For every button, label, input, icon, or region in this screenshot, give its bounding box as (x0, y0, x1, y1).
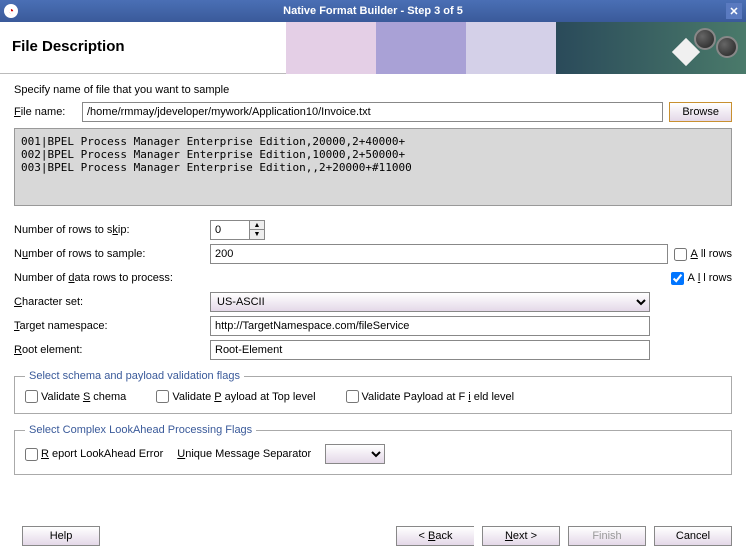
charset-label: Character set: (14, 296, 204, 308)
rows-process-label: Number of data rows to process: (14, 272, 204, 284)
rows-skip-spinner[interactable]: ▲▼ (210, 220, 265, 240)
window-title: Native Format Builder - Step 3 of 5 (283, 5, 463, 17)
content-area: Specify name of file that you want to sa… (0, 74, 746, 485)
validation-legend: Select schema and payload validation fla… (25, 370, 244, 382)
rootel-label: Root element: (14, 344, 204, 356)
instruction-text: Specify name of file that you want to sa… (14, 84, 732, 96)
header: File Description (0, 22, 746, 74)
filename-label: File name: (14, 106, 76, 118)
close-icon[interactable]: ✕ (726, 3, 742, 19)
allrows-sample-input[interactable] (674, 248, 687, 261)
finish-button: Finish (568, 526, 646, 546)
titlebar: ◔ Native Format Builder - Step 3 of 5 ✕ (0, 0, 746, 22)
allrows-sample-checkbox[interactable]: All rows (674, 248, 732, 261)
validate-top-checkbox[interactable]: Validate Payload at Top level (156, 390, 315, 403)
targetns-label: Target namespace: (14, 320, 204, 332)
validate-schema-checkbox[interactable]: Validate Schema (25, 390, 126, 403)
charset-select[interactable]: US-ASCII (210, 292, 650, 312)
file-preview: 001|BPEL Process Manager Enterprise Edit… (14, 128, 732, 206)
cancel-button[interactable]: Cancel (654, 526, 732, 546)
unique-sep-select[interactable] (325, 444, 385, 464)
filename-input[interactable] (82, 102, 663, 122)
header-graphic (286, 22, 746, 74)
lookahead-legend: Select Complex LookAhead Processing Flag… (25, 424, 256, 436)
allrows-process-input[interactable] (671, 272, 684, 285)
help-button[interactable]: Help (22, 526, 100, 546)
rows-skip-label: Number of rows to skip: (14, 224, 204, 236)
targetns-input[interactable] (210, 316, 650, 336)
spinner-up-icon[interactable]: ▲ (250, 221, 264, 230)
back-button[interactable]: < Back (396, 526, 474, 546)
validation-fieldset: Select schema and payload validation fla… (14, 370, 732, 414)
footer: Help < Back Next > Finish Cancel (14, 526, 732, 546)
allrows-process-checkbox[interactable]: All rows (671, 272, 732, 285)
report-lookahead-checkbox[interactable]: Report LookAhead Error (25, 448, 163, 461)
next-button[interactable]: Next > (482, 526, 560, 546)
validate-field-checkbox[interactable]: Validate Payload at Field level (346, 390, 515, 403)
rows-skip-input[interactable] (210, 220, 250, 240)
rows-sample-label: Number of rows to sample: (14, 248, 204, 260)
rootel-input[interactable] (210, 340, 650, 360)
app-icon: ◔ (4, 4, 18, 18)
spinner-down-icon[interactable]: ▼ (250, 230, 264, 239)
lookahead-fieldset: Select Complex LookAhead Processing Flag… (14, 424, 732, 475)
browse-button[interactable]: Browse (669, 102, 732, 122)
unique-sep-label: Unique Message Separator (177, 448, 311, 460)
rows-sample-input[interactable] (210, 244, 668, 264)
